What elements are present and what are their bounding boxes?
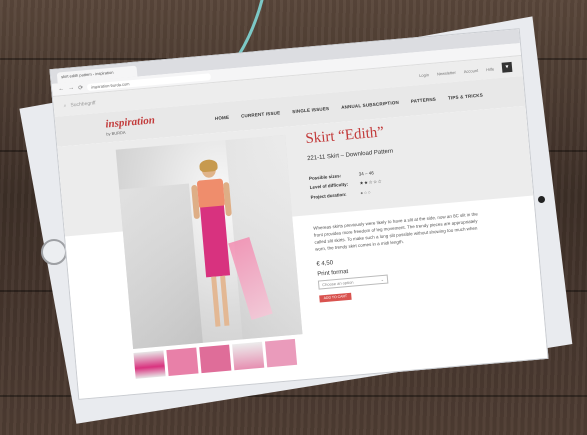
thumbnail-4[interactable]: [232, 341, 265, 371]
spec-label: Project duration:: [310, 191, 347, 200]
util-link-help[interactable]: Hilfe: [486, 66, 494, 72]
site-search[interactable]: ⌕ Suchbegriff: [63, 100, 95, 109]
cart-icon[interactable]: ▾: [501, 61, 513, 73]
product-page: Skirt “Edith” 221-11 Skirt – Download Pa…: [57, 105, 547, 386]
site-logo[interactable]: inspiration by BURDA: [105, 114, 156, 136]
nav-single-issues[interactable]: SINGLE ISSUES: [292, 105, 329, 113]
util-link-newsletter[interactable]: Newsletter: [437, 69, 456, 76]
spec-value: 34 – 46: [358, 170, 374, 177]
product-photo[interactable]: [115, 134, 303, 349]
chevron-down-icon: ⌄: [380, 276, 385, 282]
nav-home[interactable]: HOME: [215, 114, 230, 120]
reload-icon[interactable]: ⟳: [78, 84, 84, 91]
search-icon: ⌕: [63, 102, 67, 110]
tablet-screen: skirt edith pattern - inspiration ← → ⟳ …: [49, 28, 549, 400]
thumbnail-2[interactable]: [166, 347, 199, 376]
ipad-device: skirt edith pattern - inspiration ← → ⟳ …: [8, 8, 578, 428]
util-link-login[interactable]: Login: [419, 72, 429, 78]
thumbnail-3[interactable]: [199, 344, 232, 374]
spec-label: Level of difficulty:: [309, 181, 349, 190]
spec-label: Possible sizes:: [308, 173, 342, 181]
difficulty-stars: ★★☆☆☆: [359, 178, 383, 186]
nav-patterns[interactable]: PATTERNS: [411, 96, 437, 103]
duration-dots: ●○○: [360, 189, 372, 196]
product-specs: Possible sizes: 34 – 46 Level of difficu…: [309, 159, 510, 200]
home-button[interactable]: [41, 239, 67, 265]
camera-lens: [538, 196, 545, 203]
nav-annual-subscription[interactable]: ANNUAL SUBSCRIPTION: [341, 99, 399, 109]
add-to-cart-button[interactable]: ADD TO CART: [319, 292, 352, 303]
thumbnail-1[interactable]: [133, 350, 166, 379]
util-link-account[interactable]: Account: [463, 67, 478, 73]
nav-current-issue[interactable]: CURRENT ISSUE: [241, 110, 281, 118]
back-icon[interactable]: ←: [58, 86, 65, 93]
select-placeholder: Choose an option: [322, 279, 354, 288]
search-input[interactable]: Suchbegriff: [70, 100, 96, 108]
thumbnail-5[interactable]: [264, 338, 298, 368]
forward-icon[interactable]: →: [68, 85, 75, 92]
print-format-select[interactable]: Choose an option ⌄: [317, 274, 389, 290]
nav-tips-tricks[interactable]: TIPS & TRICKS: [448, 92, 483, 100]
product-info: Skirt “Edith” 221-11 Skirt – Download Pa…: [305, 114, 519, 303]
product-description: Whereas skirts previously were likely to…: [313, 211, 478, 252]
